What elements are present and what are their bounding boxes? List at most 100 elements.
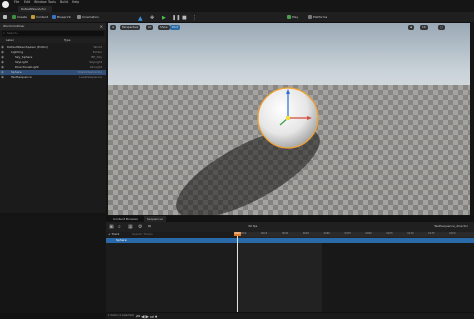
playhead-line[interactable] bbox=[237, 232, 238, 312]
outliner-row-label: DirectionalLight bbox=[15, 64, 39, 69]
outliner-row[interactable]: ◉ TestSequence LevelSequence bbox=[0, 75, 106, 80]
blueprint-icon bbox=[52, 15, 56, 19]
status-bar bbox=[0, 313, 106, 319]
outliner-row-type: DirLight bbox=[90, 64, 102, 69]
select-mode-icon[interactable]: ▲ bbox=[138, 15, 143, 22]
outliner-column-header: Label Type bbox=[0, 38, 106, 43]
menu-build[interactable]: Build bbox=[60, 0, 68, 4]
outliner-header: World Outliner × bbox=[0, 23, 106, 30]
more-options-icon[interactable]: ⋮ bbox=[192, 15, 197, 21]
save-icon[interactable] bbox=[3, 15, 9, 20]
filter-icon[interactable]: ⚙ bbox=[138, 224, 142, 230]
outliner-row-label: Sky_Sphere bbox=[15, 54, 33, 59]
visibility-eye-icon[interactable]: ◉ bbox=[1, 75, 4, 79]
platforms-button[interactable]: Platforms bbox=[308, 15, 327, 20]
outliner-row-type: BP_Sky bbox=[91, 54, 102, 59]
play-controls: ▲ ✥ ▶ ❚❚ ■ ⋮ bbox=[138, 14, 198, 22]
create-button[interactable]: Create bbox=[12, 15, 27, 20]
menu-tools[interactable]: Tools bbox=[48, 0, 56, 4]
menu-bar: File Edit Window Tools Build Help bbox=[0, 0, 474, 6]
column-label[interactable]: Label bbox=[6, 39, 14, 42]
cinematics-button[interactable]: Cinematics bbox=[77, 15, 99, 20]
visibility-eye-icon[interactable]: ◉ bbox=[1, 55, 4, 59]
visibility-eye-icon[interactable]: ◉ bbox=[1, 45, 4, 49]
visibility-eye-icon[interactable]: ◉ bbox=[1, 50, 4, 54]
outliner-row[interactable]: ◉ Sky_Sphere BP_Sky bbox=[0, 55, 106, 60]
snap-icon[interactable]: ⌗ bbox=[148, 224, 151, 230]
outliner-search-placeholder: Search... bbox=[7, 31, 20, 35]
outliner-row-type: LevelSequence bbox=[79, 74, 102, 79]
track-name: Sphere bbox=[116, 238, 127, 242]
browse-icon[interactable]: ⌕ bbox=[118, 224, 121, 230]
transport-controls[interactable]: ⏮◀▶⏭⏺ bbox=[136, 314, 158, 319]
stop-icon[interactable]: ■ bbox=[182, 15, 187, 21]
viewport-scene bbox=[176, 87, 320, 215]
lit-button[interactable]: Lit bbox=[146, 25, 154, 30]
timeline-tick-label: 0045 bbox=[302, 232, 310, 235]
level-tab-label: DefaultPawnActor bbox=[21, 6, 46, 11]
visibility-eye-icon[interactable]: ◉ bbox=[1, 65, 4, 69]
timeline-out-of-range bbox=[322, 243, 474, 312]
save-sequence-icon[interactable]: ▣ bbox=[109, 224, 114, 230]
timeline-tick-label: 0120 bbox=[407, 232, 414, 235]
track-search-input[interactable]: Search Tracks bbox=[132, 232, 153, 236]
outliner-row[interactable]: ◉ Sphere StaticMeshActor bbox=[0, 70, 106, 75]
outliner-row-label: SkyLight bbox=[15, 59, 28, 64]
outliner-row-type: World bbox=[93, 44, 102, 49]
gizmo-center[interactable] bbox=[286, 116, 290, 120]
settings-icon bbox=[287, 15, 291, 19]
menu-file[interactable]: File bbox=[14, 0, 19, 4]
menu-help[interactable]: Help bbox=[72, 0, 79, 4]
search-icon: ⌕ bbox=[3, 31, 5, 35]
timeline-tick-label: 0075 bbox=[344, 232, 351, 235]
fps-selector[interactable]: 30 fps bbox=[248, 225, 257, 228]
outliner-row[interactable]: ◉ DirectionalLight DirLight bbox=[0, 65, 106, 70]
viewport-menu-button[interactable]: ≡ bbox=[110, 25, 117, 30]
blueprint-button[interactable]: Blueprint bbox=[52, 15, 71, 20]
render-icon[interactable]: ▦ bbox=[128, 224, 133, 230]
main-toolbar: Create Content Blueprint Cinematics ▲ ✥ … bbox=[0, 12, 474, 23]
content-icon bbox=[31, 15, 35, 19]
add-track-button[interactable]: + Track bbox=[108, 232, 119, 236]
timeline-tick-label: 0060 bbox=[323, 232, 330, 235]
perspective-button[interactable]: Perspective bbox=[120, 25, 141, 30]
selection-status: 1 items (1 selected) bbox=[108, 313, 134, 317]
column-type[interactable]: Type bbox=[64, 39, 70, 42]
timeline-tick-label: 0135 bbox=[428, 232, 435, 235]
playhead-handle[interactable]: 0000 bbox=[234, 232, 241, 236]
camera-speed-button[interactable]: 10 bbox=[420, 25, 428, 30]
timeline-tick-label: 0105 bbox=[386, 232, 393, 235]
visibility-eye-icon[interactable]: ◉ bbox=[1, 60, 4, 64]
timeline-tick-label: 0090 bbox=[365, 232, 372, 235]
timeline-tick-label: 0150 bbox=[449, 232, 456, 235]
outliner-search-input[interactable]: Search... ⌕ bbox=[2, 31, 104, 36]
close-icon[interactable]: × bbox=[100, 24, 103, 29]
sequence-name[interactable]: TestSequence_director bbox=[434, 225, 468, 228]
create-icon bbox=[12, 15, 16, 19]
cinematics-icon bbox=[77, 15, 81, 19]
current-frame: 0000 bbox=[234, 231, 241, 235]
play-settings-button[interactable]: Play bbox=[287, 15, 298, 20]
translate-icon[interactable]: ✥ bbox=[150, 15, 154, 21]
sequencer-transport: 1 items (1 selected) ⏮◀▶⏭⏺ bbox=[106, 312, 474, 319]
outliner-row[interactable]: ◉ SkyLight SkyLight bbox=[0, 60, 106, 65]
outliner-row-type: StaticMeshActor bbox=[77, 69, 102, 74]
outliner-row[interactable]: ◉ Lighting Folder bbox=[0, 50, 106, 55]
pause-icon[interactable]: ❚❚ bbox=[172, 15, 180, 21]
outliner-row[interactable]: ◉ DefaultPawnSpawn (Editor) World bbox=[0, 45, 106, 50]
snap-grid-button[interactable]: ⊞ bbox=[408, 25, 415, 30]
outliner-row-type: Folder bbox=[92, 49, 102, 54]
visibility-eye-icon[interactable]: ◉ bbox=[1, 70, 4, 74]
viewport-toolbar: ≡ Perspective Lit Show Pilot ⊞ 10 □ bbox=[108, 23, 470, 31]
level-viewport[interactable]: ≡ Perspective Lit Show Pilot ⊞ 10 □ bbox=[108, 23, 470, 215]
play-icon[interactable]: ▶ bbox=[162, 15, 166, 21]
timeline-ruler[interactable] bbox=[236, 232, 474, 237]
maximize-icon[interactable]: □ bbox=[438, 25, 445, 30]
menu-window[interactable]: Window bbox=[34, 0, 47, 4]
track-list-panel: + Track Search Tracks bbox=[106, 232, 234, 312]
menu-edit[interactable]: Edit bbox=[24, 0, 30, 4]
outliner-row-label: DefaultPawnSpawn (Editor) bbox=[7, 44, 49, 49]
pilot-button[interactable]: Pilot bbox=[170, 25, 180, 30]
content-button[interactable]: Content bbox=[31, 15, 48, 20]
show-button[interactable]: Show bbox=[158, 25, 170, 30]
